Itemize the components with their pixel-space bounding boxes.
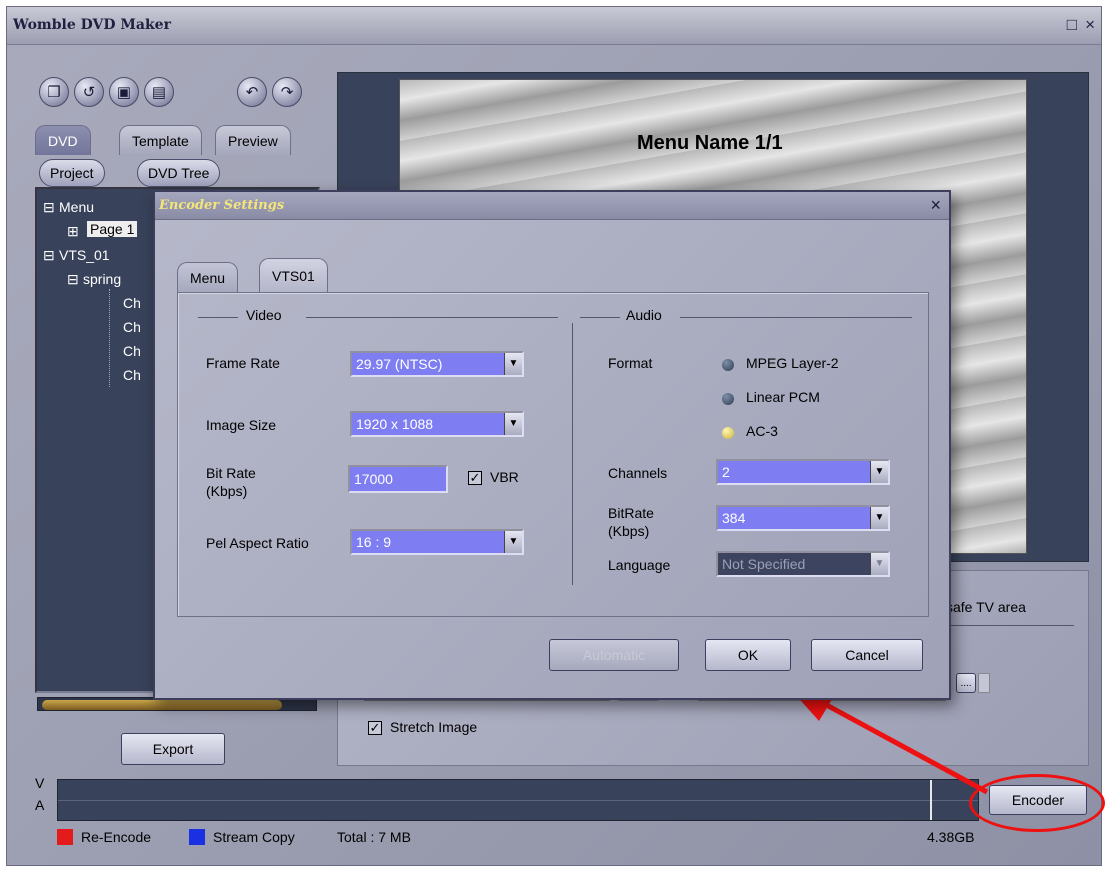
frame-rate-value: 29.97 (NTSC) [356, 356, 443, 372]
stream-copy-label: Stream Copy [213, 829, 295, 845]
menu-name-text[interactable]: Menu Name 1/1 [637, 132, 783, 155]
bit-rate-input[interactable]: 17000 [348, 465, 448, 493]
vbr-label: VBR [490, 469, 519, 485]
tab-dvd[interactable]: DVD [35, 125, 91, 155]
window-title: Womble DVD Maker [13, 17, 171, 33]
ok-button[interactable]: OK [705, 639, 791, 671]
chevron-down-icon: ▼ [870, 553, 888, 575]
chevron-down-icon[interactable]: ▼ [504, 413, 522, 435]
video-track-label: V [35, 775, 45, 791]
save-icon[interactable]: ▣ [109, 77, 139, 107]
group-separator [572, 323, 573, 585]
reencode-label: Re-Encode [81, 829, 152, 845]
chevron-down-icon[interactable]: ▼ [504, 531, 522, 553]
tree-expand-icon[interactable]: ⊟ [43, 247, 55, 264]
save-as-icon[interactable]: ▤ [144, 77, 174, 107]
pel-aspect-ratio-select[interactable]: 16 : 9 ▼ [350, 529, 524, 555]
tree-item-menu[interactable]: Menu [59, 199, 94, 215]
tree-item-chapter[interactable]: Ch [123, 319, 141, 335]
vbr-checkbox[interactable]: ✓ [468, 471, 482, 485]
redo-icon[interactable]: ↷ [272, 77, 302, 107]
chevron-down-icon[interactable]: ▼ [870, 507, 888, 529]
format-option-lpcm[interactable]: Linear PCM [746, 389, 820, 405]
dialog-title: Encoder Settings [159, 198, 285, 213]
bit-rate-label: Bit Rate [206, 465, 256, 481]
open-folder-icon[interactable]: ↺ [74, 77, 104, 107]
stream-copy-color-swatch [189, 829, 205, 845]
frame-rate-label: Frame Rate [206, 355, 280, 371]
tree-item-chapter[interactable]: Ch [123, 367, 141, 383]
format-radio-lpcm[interactable] [722, 393, 734, 405]
channels-label: Channels [608, 465, 668, 481]
image-size-select[interactable]: 1920 x 1088 ▼ [350, 411, 524, 437]
cancel-button[interactable]: Cancel [811, 639, 923, 671]
format-radio-mpeg[interactable] [722, 359, 734, 371]
divider [306, 317, 558, 318]
tree-item-chapter[interactable]: Ch [123, 295, 141, 311]
audio-bitrate-select[interactable]: 384 ▼ [716, 505, 890, 531]
format-option-ac3[interactable]: AC-3 [746, 423, 778, 439]
language-label: Language [608, 557, 671, 573]
total-size-label: Total : 7 MB [337, 829, 411, 845]
divider [680, 317, 912, 318]
format-option-mpeg[interactable]: MPEG Layer-2 [746, 355, 839, 371]
pel-aspect-ratio-value: 16 : 9 [356, 534, 392, 550]
project-button[interactable]: Project [39, 159, 105, 187]
pel-aspect-ratio-label: Pel Aspect Ratio [206, 535, 309, 551]
vts01-settings-frame: Video Frame Rate 29.97 (NTSC) ▼ Image Si… [177, 292, 929, 617]
new-file-icon[interactable]: ❐ [39, 77, 69, 107]
bit-rate-unit-label: (Kbps) [206, 483, 248, 499]
app-window: Womble DVD Maker □ × ❐ ↺ ▣ ▤ ↶ ↷ DVD Tem… [6, 6, 1105, 866]
audio-group-title: Audio [626, 307, 662, 323]
video-group-title: Video [246, 307, 282, 323]
tab-template[interactable]: Template [119, 125, 202, 155]
tree-expand-icon[interactable]: ⊟ [67, 271, 79, 288]
format-label: Format [608, 355, 653, 371]
automatic-button: Automatic [549, 639, 679, 671]
audio-bitrate-unit-label: (Kbps) [608, 523, 650, 539]
title-bar: Womble DVD Maker □ × [7, 7, 1101, 45]
tab-preview[interactable]: Preview [215, 125, 291, 155]
frame-rate-select[interactable]: 29.97 (NTSC) ▼ [350, 351, 524, 377]
tree-item-page[interactable]: Page 1 [87, 221, 138, 237]
tree-item-vts[interactable]: VTS_01 [59, 247, 110, 263]
tree-collapse-icon[interactable]: ⊞ [67, 223, 79, 240]
audio-track-label: A [35, 797, 45, 813]
image-size-value: 1920 x 1088 [356, 416, 434, 432]
tree-connector [109, 289, 110, 387]
dialog-title-bar: Encoder Settings × [155, 192, 949, 220]
stretch-image-checkbox[interactable]: ✓ [368, 721, 382, 735]
audio-bitrate-value: 384 [722, 510, 746, 526]
divider [942, 625, 1074, 626]
channels-select[interactable]: 2 ▼ [716, 459, 890, 485]
format-radio-ac3[interactable] [722, 427, 734, 439]
close-icon[interactable]: × [1085, 15, 1095, 35]
tab-menu[interactable]: Menu [177, 262, 239, 292]
disc-capacity-label: 4.38GB [927, 829, 975, 845]
image-size-label: Image Size [206, 417, 277, 433]
scrollbar-thumb[interactable] [42, 700, 282, 710]
encoder-settings-dialog: Encoder Settings × Menu VTS01 Video Fram… [153, 190, 951, 700]
tab-vts01[interactable]: VTS01 [259, 258, 328, 292]
reencode-color-swatch [57, 829, 73, 845]
language-select: Not Specified ▼ [716, 551, 890, 577]
safe-tv-area-label: safe TV area [946, 599, 1026, 615]
audio-bitrate-label: BitRate [608, 505, 654, 521]
divider [198, 317, 238, 318]
maximize-icon[interactable]: □ [1067, 15, 1077, 35]
language-value: Not Specified [722, 556, 806, 572]
tree-item-chapter[interactable]: Ch [123, 343, 141, 359]
stretch-image-label: Stretch Image [390, 719, 478, 735]
dvd-tree-button[interactable]: DVD Tree [137, 159, 221, 187]
close-icon[interactable]: × [930, 195, 941, 216]
channels-value: 2 [722, 464, 730, 480]
chevron-down-icon[interactable]: ▼ [504, 353, 522, 375]
chevron-down-icon[interactable]: ▼ [870, 461, 888, 483]
divider [580, 317, 620, 318]
tree-expand-icon[interactable]: ⊟ [43, 199, 55, 216]
tree-item-spring[interactable]: spring [83, 271, 121, 287]
undo-icon[interactable]: ↶ [237, 77, 267, 107]
export-button[interactable]: Export [121, 733, 225, 765]
